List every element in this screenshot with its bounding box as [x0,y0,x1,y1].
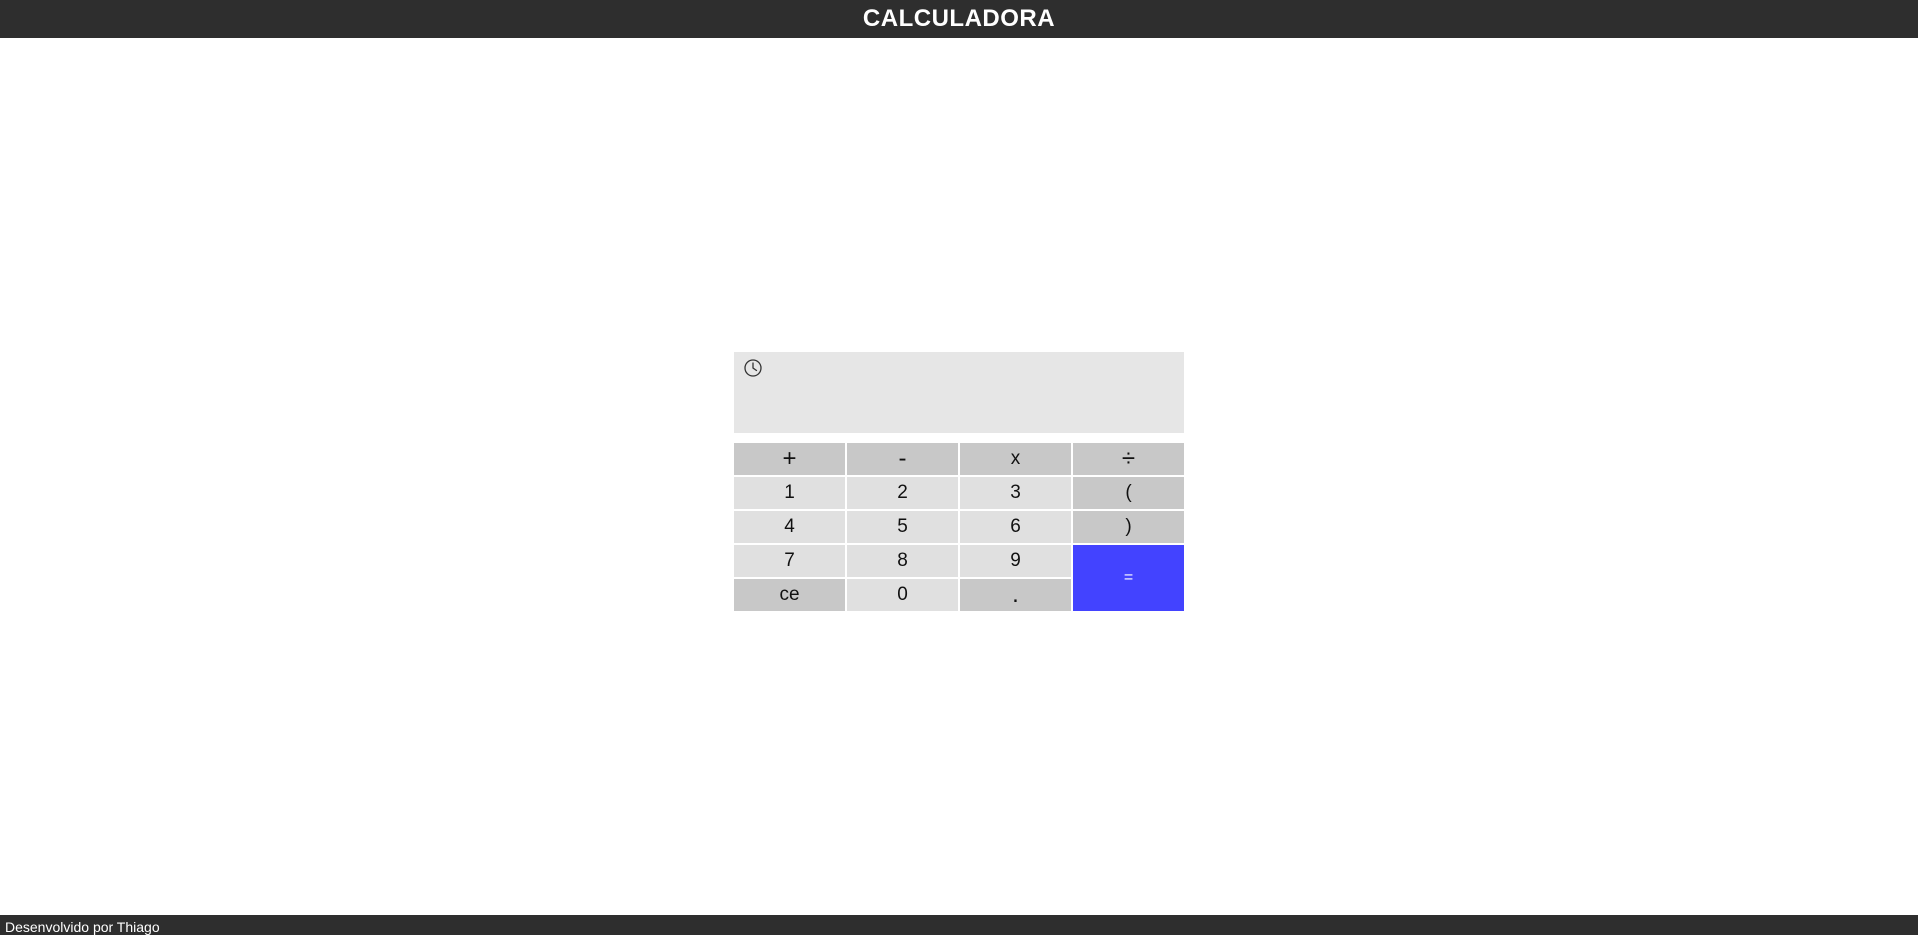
digit-6-button[interactable]: 6 [960,511,1071,543]
digit-0-button[interactable]: 0 [847,579,958,611]
digit-1-button[interactable]: 1 [734,477,845,509]
keypad: + - x ÷ 1 2 3 ( 4 5 6 ) 7 8 9 = ce 0 . [734,443,1184,611]
app-header: CALCULADORA [0,0,1918,38]
digit-3-button[interactable]: 3 [960,477,1071,509]
calculator-display [734,352,1184,433]
digit-4-button[interactable]: 4 [734,511,845,543]
page-title: CALCULADORA [862,5,1056,32]
clear-entry-button[interactable]: ce [734,579,845,611]
app-footer: Desenvolvido por Thiago [0,915,1918,935]
close-paren-button[interactable]: ) [1073,511,1184,543]
calculator: + - x ÷ 1 2 3 ( 4 5 6 ) 7 8 9 = ce 0 . [734,352,1184,611]
decimal-button[interactable]: . [960,579,1071,611]
digit-2-button[interactable]: 2 [847,477,958,509]
digit-9-button[interactable]: 9 [960,545,1071,577]
minus-button[interactable]: - [847,443,958,475]
equals-button[interactable]: = [1073,545,1184,611]
footer-credit: Desenvolvido por Thiago [5,919,160,935]
digit-7-button[interactable]: 7 [734,545,845,577]
open-paren-button[interactable]: ( [1073,477,1184,509]
digit-8-button[interactable]: 8 [847,545,958,577]
plus-button[interactable]: + [734,443,845,475]
divide-button[interactable]: ÷ [1073,443,1184,475]
clock-icon[interactable] [743,358,763,378]
digit-5-button[interactable]: 5 [847,511,958,543]
multiply-button[interactable]: x [960,443,1071,475]
